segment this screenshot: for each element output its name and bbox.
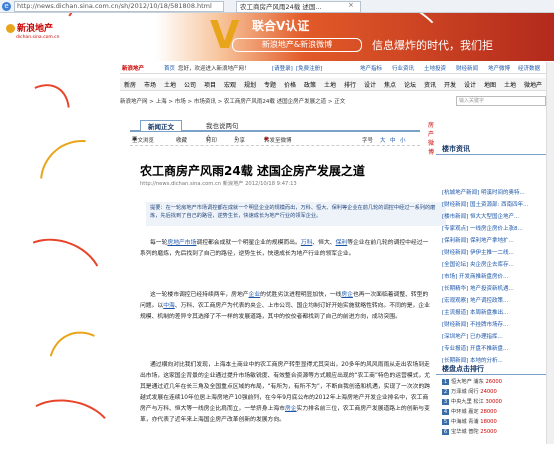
welcome-text: 您好，欢迎进入新浪地产网！ xyxy=(178,66,250,72)
top-nav: 新浪地产 首页 您好，欢迎进入新浪地产网！ [请登录] [免费注册] 地产指标 … xyxy=(120,63,554,74)
paragraph: 每一轮房地产市场调控都会成就一个明星企业的规模而出。万科、恒大、保利等企业在前几… xyxy=(140,240,429,257)
right-sidebar: 楼市资讯 [杭城地产新闻] 明溪时间的奥特... [财经新闻] 国土资源部: 西… xyxy=(436,114,554,444)
keyword-link[interactable]: 保利 xyxy=(336,240,348,246)
font-size-label: 字号 xyxy=(362,138,374,144)
top-link[interactable]: 行业资讯 xyxy=(392,64,414,72)
browser-toolbar: e http://news.dichan.sina.com.cn/sh/2012… xyxy=(0,0,554,13)
logo-domain: dichan.sina.com.cn xyxy=(16,35,60,40)
nav-item[interactable]: 价格 xyxy=(284,80,296,89)
nav-item[interactable]: 专题 xyxy=(264,80,276,89)
tab-news-body[interactable]: 新闻正文 xyxy=(140,120,182,131)
banner-slogan: 信息爆炸的时代，我们拒 xyxy=(372,39,493,52)
top-link[interactable]: 地产微博 xyxy=(488,64,510,72)
nav-item[interactable]: 微地产 xyxy=(524,80,542,89)
news-item[interactable]: [楼市新闻] 恒大大型国企地产... xyxy=(442,212,554,220)
top-link[interactable]: 经济数据 xyxy=(518,64,540,72)
nav-item[interactable]: 资讯 xyxy=(424,80,436,89)
address-bar[interactable]: http://news.dichan.sina.com.cn/sh/2012/1… xyxy=(14,1,224,12)
banner-subline: 新浪地产&新浪微博 xyxy=(232,38,362,52)
rank-section-title: 楼盘点击排行 xyxy=(442,365,484,373)
article-tabs: 新闻正文 我也说两句 房产微博 xyxy=(130,118,434,156)
search-input[interactable]: 输入关键字 xyxy=(456,96,546,106)
nav-item[interactable]: 开发 xyxy=(444,80,456,89)
nav-item[interactable]: 论坛 xyxy=(404,80,416,89)
nav-item[interactable]: 市场 xyxy=(144,80,156,89)
nav-item[interactable]: 政策 xyxy=(304,80,316,89)
nav-item[interactable]: 排行 xyxy=(344,80,356,89)
rank-row[interactable]: 3 中央九里 松江 30000 xyxy=(442,398,554,405)
nav-item[interactable]: 焦点 xyxy=(384,80,396,89)
nav-item[interactable]: 地图 xyxy=(484,80,496,89)
banner-headline: 联合V认证 xyxy=(252,19,310,33)
main-nav: 新房 市场 土地 公司 项目 宏观 规划 专题 价格 政策 土地 排行 设计 焦… xyxy=(120,78,554,91)
register-link[interactable]: [免费注册] xyxy=(296,64,322,72)
login-link[interactable]: [请登录] xyxy=(272,64,293,72)
nav-item[interactable]: 设计 xyxy=(364,80,376,89)
divider xyxy=(436,374,554,375)
rank-row[interactable]: 2 万泽城 闵行 24000 xyxy=(442,388,554,395)
browser-tab[interactable]: 农工商房产风雨24载 述国... xyxy=(236,1,361,13)
news-item[interactable]: [宏观观察] 地产调控政策... xyxy=(442,296,554,304)
news-item[interactable]: [长期精华] 地产投资新机遇... xyxy=(442,284,554,292)
news-item[interactable]: [财经新闻] 不挂牌市场存... xyxy=(442,320,554,328)
nav-item[interactable]: 公司 xyxy=(184,80,196,89)
keyword-link[interactable]: 万科 xyxy=(301,240,313,246)
font-mid-button[interactable]: 中 xyxy=(390,136,396,144)
font-small-button[interactable]: 小 xyxy=(400,136,406,144)
top-link[interactable]: 财经新闻 xyxy=(456,64,478,72)
paragraph: 这一轮楼市调控已经持续两年，房地产企业的优胜劣汰进程明显加快，一线房企也再一次面… xyxy=(140,292,430,320)
paragraph: 通过横向对比我们发现，上海本土商业中的农工商房产转型显得尤其突出，20多年的风风… xyxy=(140,362,431,423)
breadcrumb-row: 新浪地产网 > 上海 > 市场 > 市场资讯 > 农工商房产风雨24载 述国企房… xyxy=(120,96,554,107)
nav-item[interactable]: 规划 xyxy=(244,80,256,89)
nav-item[interactable]: 项目 xyxy=(204,80,216,89)
keyword-link[interactable]: 中海 xyxy=(163,303,175,309)
top-link[interactable]: 土地投资 xyxy=(424,64,446,72)
news-item[interactable]: [杭城地产新闻] 明溪时间的奥特... xyxy=(442,188,554,196)
rank-row[interactable]: 5 中海城 青浦 18000 xyxy=(442,418,554,425)
news-item[interactable]: [市场] 开发商推新盘房价... xyxy=(442,272,554,280)
browser-logo-icon: e xyxy=(2,2,11,11)
news-item[interactable]: [全国论坛] 央企房企去库存... xyxy=(442,260,554,268)
article-meta: http://news.dichan.sina.com.cn 新浪地产 2012… xyxy=(140,181,297,187)
keyword-link[interactable]: 房企 xyxy=(285,406,297,412)
news-item[interactable]: [专家观点] 一线房企房价上涨8... xyxy=(442,224,554,232)
news-item[interactable]: [长期新闻] 本地的分析... xyxy=(442,356,554,364)
news-item[interactable]: [财经新闻] 国土资源部: 西南四年... xyxy=(442,200,554,208)
news-section-title: 楼市资讯 xyxy=(442,145,470,153)
tab-close-icon[interactable]: × xyxy=(348,1,354,9)
news-item[interactable]: [深圳地产] 已办理指挥... xyxy=(442,332,554,340)
nav-item[interactable]: 宏观 xyxy=(224,80,236,89)
ribbon-decoration xyxy=(0,226,114,328)
rank-row[interactable]: 4 中环城 嘉定 28000 xyxy=(442,408,554,415)
keyword-link[interactable]: 房企 xyxy=(341,292,353,298)
keyword-link[interactable]: 房地产市场 xyxy=(167,240,196,246)
sina-eye-icon xyxy=(6,24,15,33)
divider xyxy=(436,154,554,155)
article-title: 农工商房产风雨24载 述国企房产发展之道 xyxy=(140,164,365,178)
nav-item[interactable]: 新房 xyxy=(124,80,136,89)
rank-row[interactable]: 6 宝华城 普陀 25000 xyxy=(442,428,554,435)
nav-item[interactable]: 土地 xyxy=(504,80,516,89)
vertical-scrollbar[interactable] xyxy=(546,62,554,444)
article-toolbar: ▣ 全文浏览 ☆ 收藏 ⎙ 打印 ⇪ 分享 ◉ 转发至微博 字号 大 中 小 xyxy=(130,136,420,146)
site-logo[interactable]: 新浪地产 xyxy=(122,64,144,72)
banner-ad[interactable]: 新浪地产 dichan.sina.com.cn V 联合V认证 新浪地产&新浪微… xyxy=(0,13,554,61)
article-summary: 提要：在一轮房地产市场调控都在成就一个明显企业的规模而出，万科、恒大、保利等企业… xyxy=(146,202,446,226)
tab-comments[interactable]: 我也说两句 xyxy=(206,120,239,130)
keyword-link[interactable]: 企业 xyxy=(249,292,261,298)
news-item[interactable]: [财经新闻] 伊伊主推一二线... xyxy=(442,248,554,256)
nav-item[interactable]: 土地 xyxy=(164,80,176,89)
font-big-button[interactable]: 大 xyxy=(380,136,386,144)
news-item[interactable]: [保利新闻] 保利地产拿地扩... xyxy=(442,236,554,244)
news-item[interactable]: [主流报道] 本周新盘推出... xyxy=(442,308,554,316)
home-link[interactable]: 首页 xyxy=(164,64,175,72)
nav-item[interactable]: 设计 xyxy=(464,80,476,89)
rank-row[interactable]: 1 恒大地产 浦东 26000 xyxy=(442,378,554,385)
weibo-link[interactable]: 房产微博 xyxy=(428,120,434,156)
breadcrumb[interactable]: 新浪地产网 > 上海 > 市场 > 市场资讯 > 农工商房产风雨24载 述国企房… xyxy=(120,97,345,105)
nav-item[interactable]: 土地 xyxy=(324,80,336,89)
news-item[interactable]: [专业报道] 开盘不推新盘... xyxy=(442,344,554,352)
top-link[interactable]: 地产指标 xyxy=(360,64,382,72)
